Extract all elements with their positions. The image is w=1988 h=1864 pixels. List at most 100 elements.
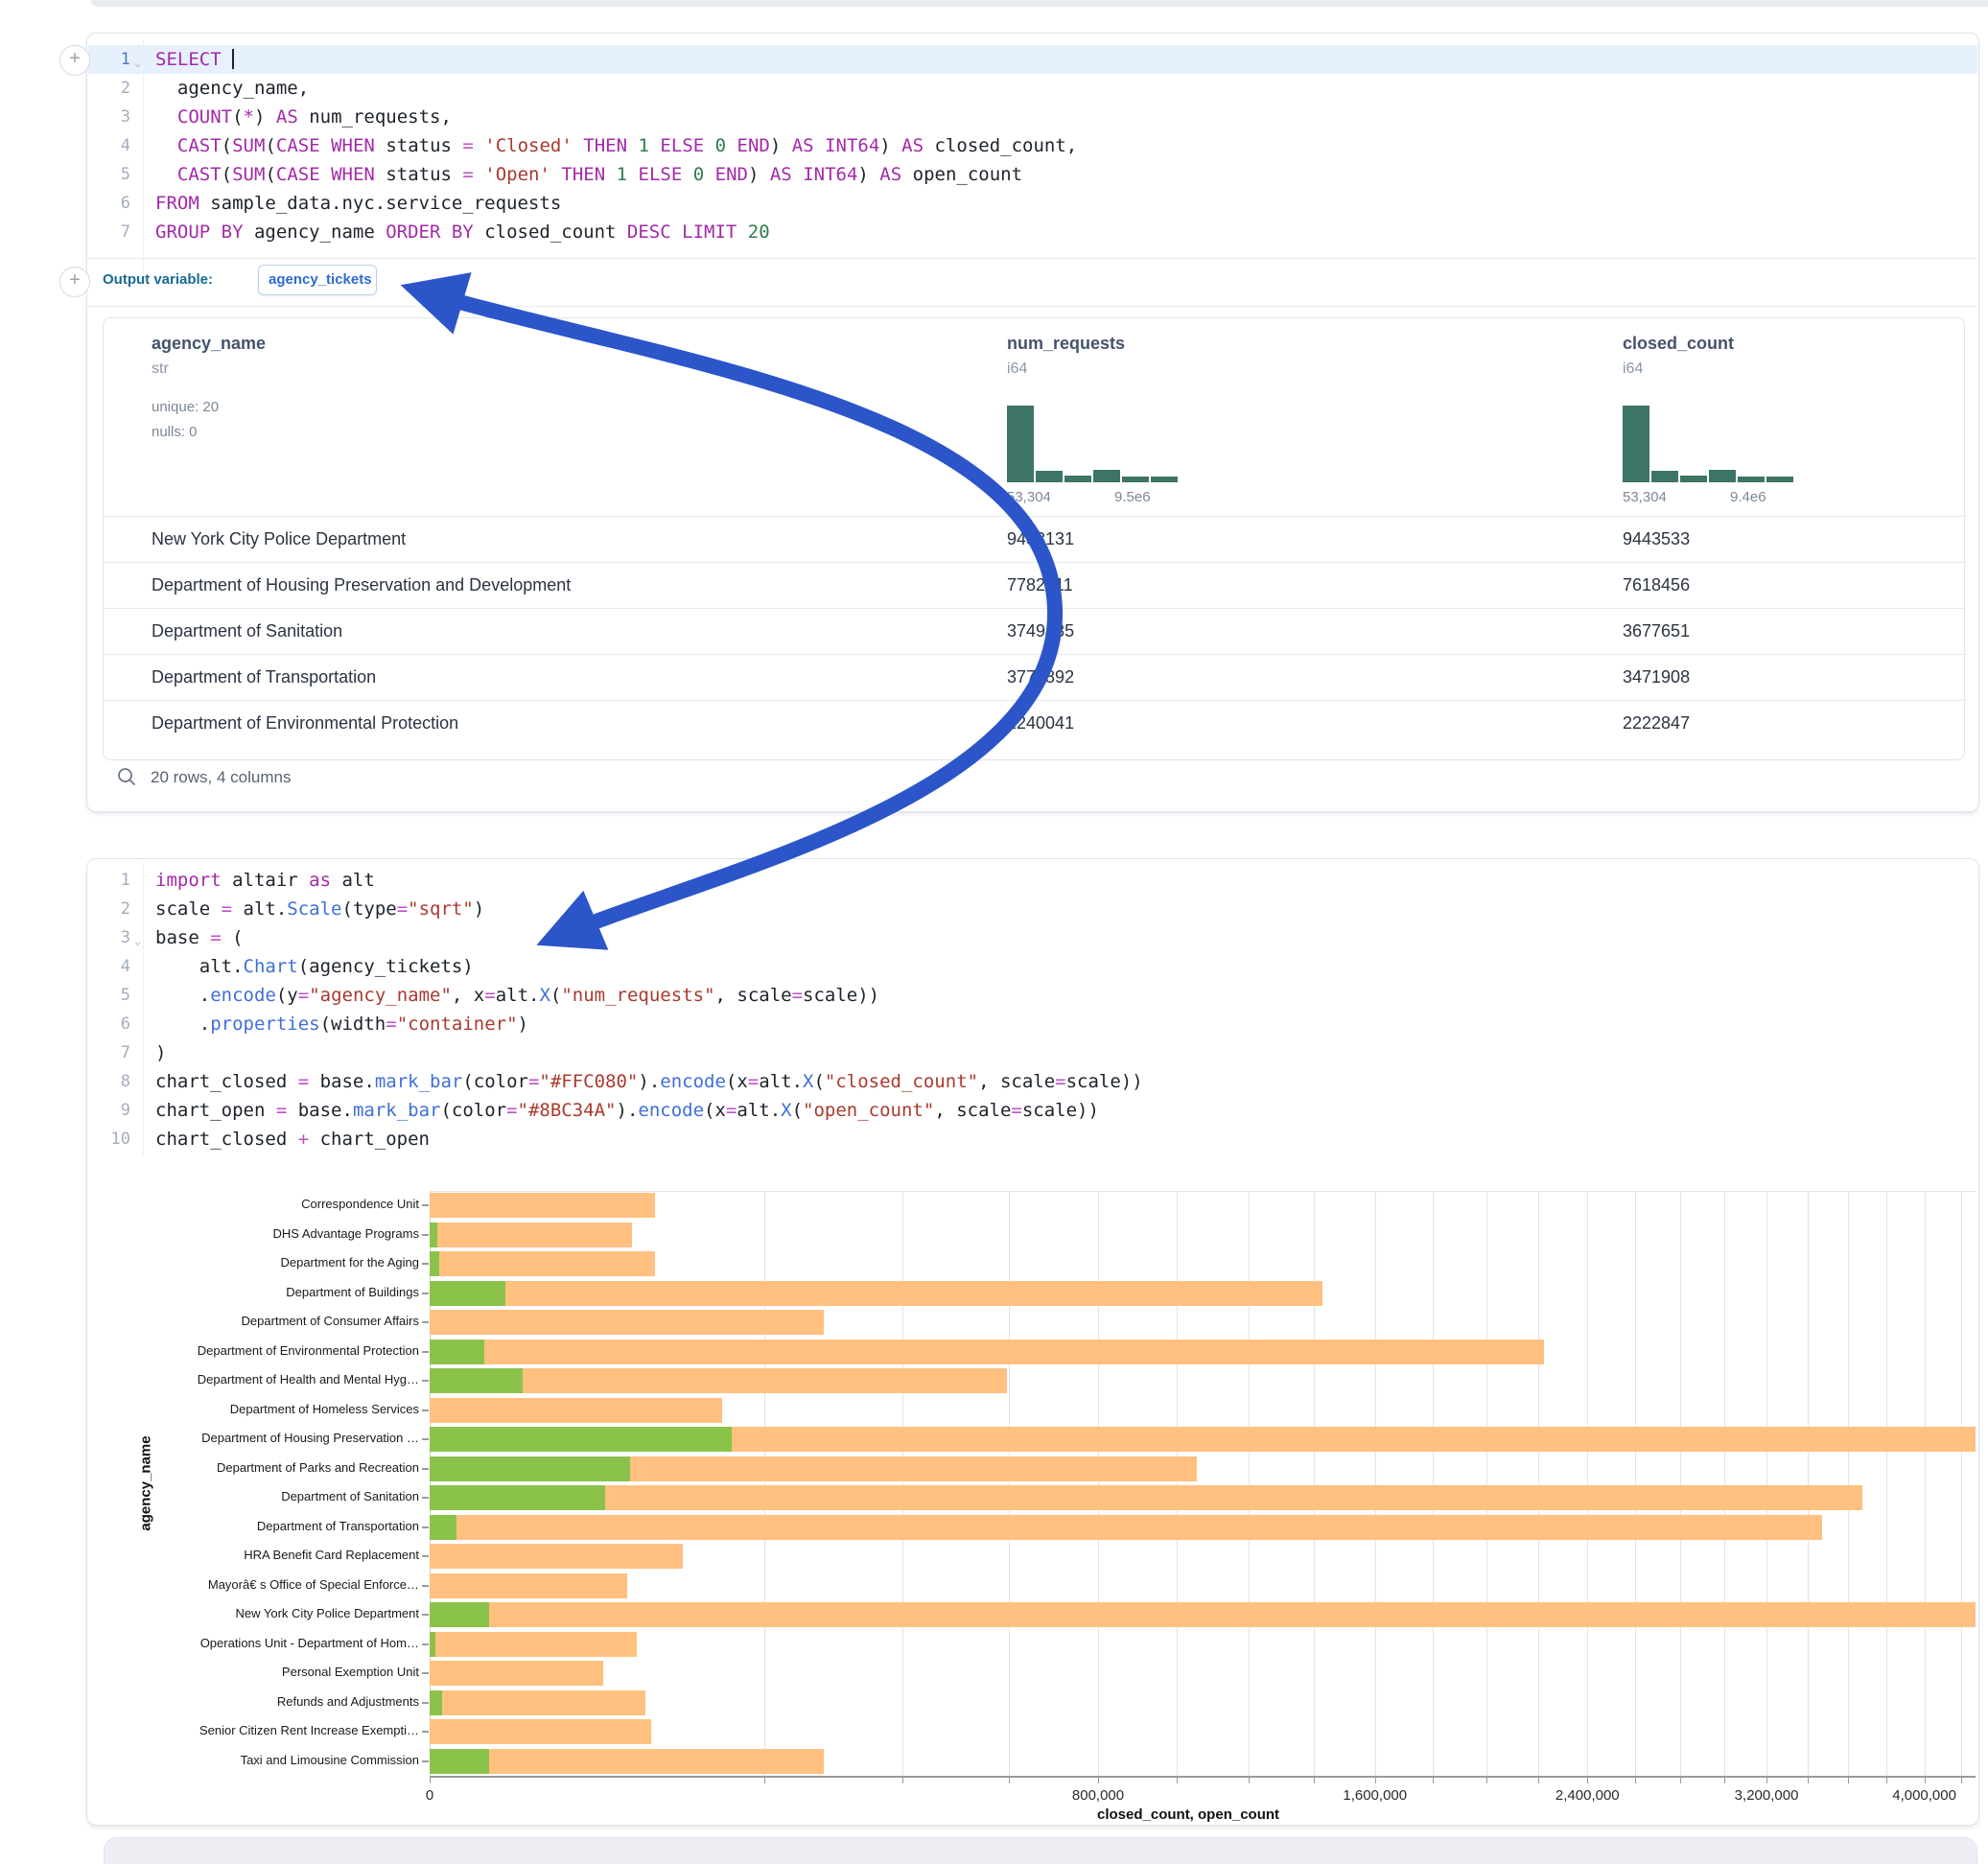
bar-closed[interactable] (430, 1398, 722, 1423)
bar-closed[interactable] (430, 1251, 655, 1276)
output-variable-pill[interactable]: agency_tickets (258, 265, 377, 295)
gridline (1009, 1191, 1010, 1776)
code-text: ) (155, 1038, 166, 1067)
code-line[interactable]: 2scale = alt.Scale(type="sqrt") (88, 895, 1977, 923)
code-line[interactable]: 1import altair as alt (88, 866, 1977, 895)
bar-closed[interactable] (430, 1573, 627, 1598)
bar-closed[interactable] (430, 1485, 1862, 1510)
bar-closed[interactable] (430, 1602, 1976, 1627)
bar-open[interactable] (430, 1690, 442, 1715)
add-cell-button[interactable]: + (59, 267, 90, 297)
cell-closed-count: 9443533 (1623, 529, 1690, 549)
gridline (1808, 1191, 1809, 1776)
cell-closed-count: 7618456 (1623, 575, 1690, 595)
code-line[interactable]: 8chart_closed = base.mark_bar(color="#FF… (88, 1067, 1977, 1096)
bar-open[interactable] (430, 1749, 489, 1774)
bar-open[interactable] (430, 1281, 505, 1306)
x-tick-label: 0 (426, 1787, 433, 1804)
bar-open[interactable] (430, 1223, 437, 1247)
code-line[interactable]: 1⌄SELECT (88, 45, 1977, 74)
bar-closed[interactable] (430, 1661, 603, 1686)
gutter-divider (143, 39, 144, 277)
bar-closed[interactable] (430, 1515, 1822, 1540)
code-line[interactable]: 7GROUP BY agency_name ORDER BY closed_co… (88, 218, 1977, 246)
chevron-down-icon[interactable]: ⌄ (134, 926, 141, 955)
bar-closed[interactable] (430, 1223, 632, 1247)
table-row[interactable]: New York City Police Department945313194… (104, 516, 1964, 563)
bar-closed[interactable] (430, 1193, 655, 1218)
plot-top-border (430, 1191, 1976, 1192)
table-row[interactable]: Department of Environmental Protection 22… (104, 700, 1964, 747)
code-line[interactable]: 6FROM sample_data.nyc.service_requests (88, 189, 1977, 218)
column-header: num_requests (1007, 334, 1125, 354)
bar-open[interactable] (430, 1602, 489, 1627)
search-icon[interactable] (116, 766, 137, 787)
line-number: 6 (88, 189, 130, 218)
chevron-down-icon[interactable]: ⌄ (134, 48, 141, 77)
bar-closed[interactable] (430, 1690, 645, 1715)
bar-closed[interactable] (430, 1340, 1544, 1364)
add-cell-button[interactable]: + (59, 45, 90, 76)
code-line[interactable]: 5 .encode(y="agency_name", x=alt.X("num_… (88, 981, 1977, 1010)
gridline (1961, 1191, 1962, 1776)
bar-closed[interactable] (430, 1281, 1322, 1306)
code-line[interactable]: 9chart_open = base.mark_bar(color="#8BC3… (88, 1096, 1977, 1125)
column-header: agency_name (152, 334, 266, 354)
bar-closed[interactable] (430, 1632, 637, 1657)
x-tick-mark (1886, 1778, 1887, 1783)
bar-open[interactable] (430, 1427, 732, 1452)
cell-agency-name: Department of Environmental Protection (152, 713, 458, 734)
bar-closed[interactable] (430, 1310, 824, 1335)
histogram-min-label: 53,304 (1007, 489, 1051, 505)
notebook-page: 1⌄SELECT 2 agency_name,3 COUNT(*) AS num… (0, 0, 1988, 1864)
line-number: 4 (88, 952, 130, 981)
code-line[interactable]: 6 .properties(width="container") (88, 1010, 1977, 1038)
y-tick-label: Department of Sanitation (163, 1489, 419, 1503)
code-line[interactable]: 10chart_closed + chart_open (88, 1125, 1977, 1153)
y-tick-mark (422, 1234, 429, 1236)
cell-agency-name: Department of Transportation (152, 667, 376, 687)
bar-closed[interactable] (430, 1544, 683, 1569)
bar-open[interactable] (430, 1515, 456, 1540)
sql-code-editor[interactable]: 1⌄SELECT 2 agency_name,3 COUNT(*) AS num… (88, 45, 1977, 246)
code-text: scale = alt.Scale(type="sqrt") (155, 895, 484, 923)
python-code-editor[interactable]: 1import altair as alt2scale = alt.Scale(… (88, 866, 1977, 1153)
bar-open[interactable] (430, 1340, 484, 1364)
gridline (1766, 1191, 1767, 1776)
table-row[interactable]: Department of Housing Preservation and D… (104, 562, 1964, 609)
gridline (1177, 1191, 1178, 1776)
code-line[interactable]: 3 COUNT(*) AS num_requests, (88, 103, 1977, 131)
gridline (1724, 1191, 1725, 1776)
code-line[interactable]: 4 CAST(SUM(CASE WHEN status = 'Closed' T… (88, 131, 1977, 160)
y-tick-label: Department of Environmental Protection (163, 1343, 419, 1358)
bar-open[interactable] (430, 1251, 439, 1276)
y-tick-label: Taxi and Limousine Commission (163, 1753, 419, 1767)
bar-open[interactable] (430, 1368, 523, 1393)
code-line[interactable]: 2 agency_name, (88, 74, 1977, 103)
cell-closed-count: 2222847 (1623, 713, 1690, 734)
gridline (1249, 1191, 1250, 1776)
cell-num-requests: 7782211 (1007, 575, 1073, 595)
cell-closed-count: 3471908 (1623, 667, 1690, 687)
gridline (1635, 1191, 1636, 1776)
y-tick-mark (422, 1555, 429, 1557)
table-row[interactable]: Department of Sanitation37494853677651 (104, 608, 1964, 655)
x-tick-mark (1808, 1778, 1809, 1783)
bar-open[interactable] (430, 1485, 605, 1510)
bar-closed[interactable] (430, 1719, 651, 1744)
line-number: 2 (88, 74, 130, 103)
table-row[interactable]: Department of Transportation377489234719… (104, 654, 1964, 701)
x-tick-mark (1009, 1778, 1010, 1783)
code-line[interactable]: 3⌄base = ( (88, 923, 1977, 952)
code-line[interactable]: 7) (88, 1038, 1977, 1067)
code-line[interactable]: 4 alt.Chart(agency_tickets) (88, 952, 1977, 981)
column-histogram[interactable] (1623, 400, 1795, 482)
y-tick-label: Department of Consumer Affairs (163, 1314, 419, 1328)
bar-open[interactable] (430, 1456, 630, 1481)
code-line[interactable]: 5 CAST(SUM(CASE WHEN status = 'Open' THE… (88, 160, 1977, 189)
bar-open[interactable] (430, 1632, 435, 1657)
column-histogram[interactable] (1007, 400, 1180, 482)
x-tick-mark (1375, 1778, 1376, 1783)
x-tick-mark (1538, 1778, 1539, 1783)
column-type: i64 (1007, 361, 1027, 378)
